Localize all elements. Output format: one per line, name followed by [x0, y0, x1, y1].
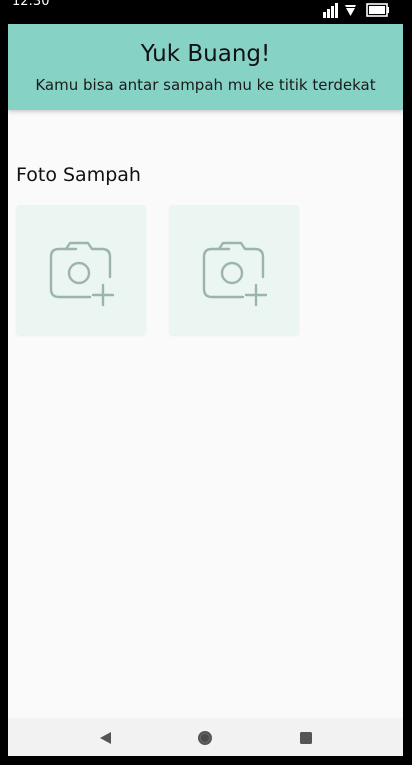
add-photo-icon — [202, 241, 267, 307]
header-title: Yuk Buang! — [140, 41, 271, 67]
system-nav-bar — [8, 718, 403, 756]
app-header: Yuk Buang! Kamu bisa antar sampah mu ke … — [8, 24, 403, 110]
wifi-icon — [345, 5, 356, 16]
status-bar: 12:30 — [8, 0, 403, 24]
section-title-photos: Foto Sampah — [16, 164, 141, 186]
status-icons — [323, 3, 389, 18]
photo-slot-2[interactable] — [169, 205, 299, 335]
home-icon[interactable] — [197, 730, 213, 746]
back-icon[interactable] — [97, 730, 113, 746]
add-photo-icon — [49, 241, 114, 307]
battery-icon — [366, 3, 389, 17]
status-time: 12:30 — [12, 0, 50, 9]
recents-icon[interactable] — [298, 730, 314, 746]
signal-icon — [323, 3, 338, 18]
photo-slot-1[interactable] — [16, 205, 146, 335]
header-subtitle: Kamu bisa antar sampah mu ke titik terde… — [35, 76, 376, 94]
app-screen: 12:30 Yuk Buang! Kamu bisa antar sampah … — [8, 0, 403, 756]
